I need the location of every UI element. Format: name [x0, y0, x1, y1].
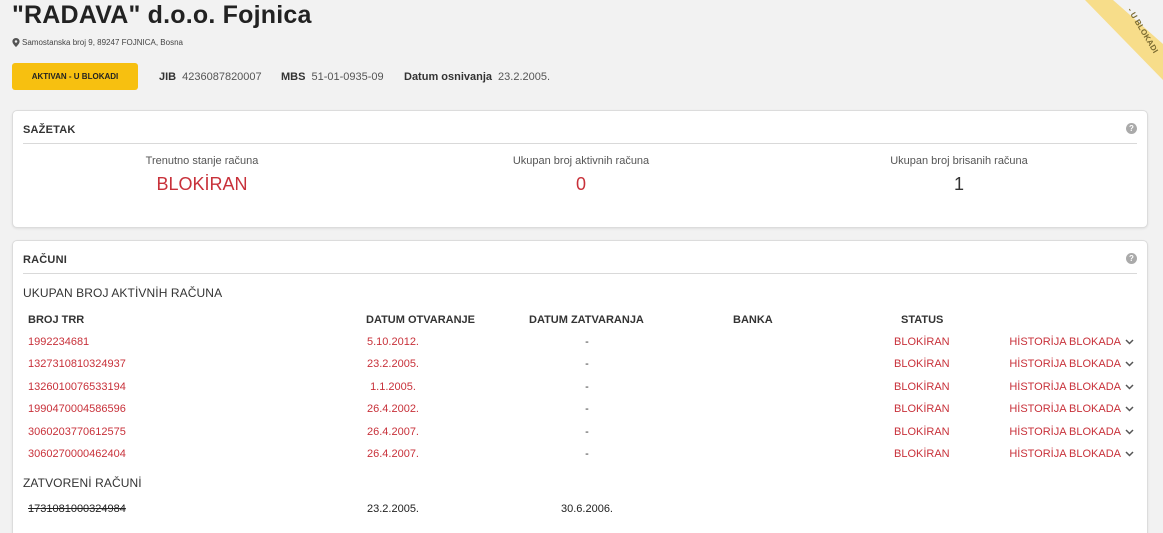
summary-label: Ukupan broj brisanih računa: [890, 155, 1028, 167]
founded-label: Datum osnivanja: [404, 71, 493, 83]
closed-trr: 1731081000324984: [28, 503, 126, 515]
table-row: 1731081000324984 23.2.2005. 30.6.2006.: [13, 503, 1147, 521]
summary-deleted-count: Ukupan broj brisanih računa 1: [809, 155, 1109, 195]
opened-date: 23.2.2005.: [367, 358, 419, 370]
closed-date: -: [585, 448, 589, 460]
status-value: BLOKİRAN: [894, 336, 950, 348]
history-label: HİSTORİJA BLOKADA: [1009, 381, 1121, 393]
trr-link[interactable]: 1327310810324937: [28, 358, 126, 370]
accounts-title: RAČUNI: [23, 254, 67, 266]
history-label: HİSTORİJA BLOKADA: [1009, 403, 1121, 415]
accounts-header: RAČUNI ?: [23, 241, 1137, 274]
chevron-down-icon: [1125, 361, 1134, 367]
summary-active-count: Ukupan broj aktivnih računa 0: [431, 155, 731, 195]
founded-value: 23.2.2005.: [498, 71, 551, 83]
chevron-down-icon: [1125, 406, 1134, 412]
chevron-down-icon: [1125, 339, 1134, 345]
status-value: BLOKİRAN: [894, 448, 950, 460]
summary-value: 0: [575, 174, 586, 194]
summary-title: SAŽETAK: [23, 124, 76, 136]
history-toggle[interactable]: HİSTORİJA BLOKADA: [1009, 426, 1134, 438]
trr-link[interactable]: 3060270000462404: [28, 448, 126, 460]
status-value: BLOKİRAN: [894, 403, 950, 415]
accounts-panel: RAČUNI ? UKUPAN BROJ AKTİVNİH RAČUNA BRO…: [12, 240, 1148, 533]
opened-date: 5.10.2012.: [367, 336, 419, 348]
history-label: HİSTORİJA BLOKADA: [1009, 336, 1121, 348]
summary-value: BLOKİRAN: [156, 174, 248, 194]
column-header-closed: DATUM ZATVARANJA: [529, 314, 644, 326]
trr-link[interactable]: 1326010076533194: [28, 381, 126, 393]
status-value: BLOKİRAN: [894, 381, 950, 393]
table-row: 1990470004586596 26.4.2002. - BLOKİRAN H…: [13, 403, 1147, 421]
map-marker-icon: [12, 38, 20, 47]
summary-account-state: Trenutno stanje računa BLOKİRAN: [52, 155, 352, 195]
column-header-opened: DATUM OTVARANJE: [366, 314, 475, 326]
opened-date: 26.4.2007.: [367, 448, 419, 460]
summary-label: Ukupan broj aktivnih računa: [512, 155, 650, 167]
company-address: Samostanska broj 9, 89247 FOJNICA, Bosna: [12, 38, 183, 47]
opened-date: 23.2.2005.: [367, 503, 419, 515]
trr-link[interactable]: 3060203770612575: [28, 426, 126, 438]
closed-accounts-heading: ZATVORENİ RAČUNİ: [23, 476, 142, 490]
active-accounts-heading: UKUPAN BROJ AKTİVNİH RAČUNA: [23, 286, 223, 300]
history-label: HİSTORİJA BLOKADA: [1009, 358, 1121, 370]
trr-link[interactable]: 1992234681: [28, 336, 89, 348]
history-toggle[interactable]: HİSTORİJA BLOKADA: [1009, 448, 1134, 460]
history-toggle[interactable]: HİSTORİJA BLOKADA: [1009, 381, 1134, 393]
mbs-value: 51-01-0935-09: [311, 71, 384, 83]
history-toggle[interactable]: HİSTORİJA BLOKADA: [1009, 403, 1134, 415]
closed-date: -: [585, 426, 589, 438]
table-row: 1326010076533194 1.1.2005. - BLOKİRAN Hİ…: [13, 381, 1147, 399]
summary-header: SAŽETAK ?: [23, 111, 1137, 144]
closed-date: -: [585, 358, 589, 370]
column-header-status: STATUS: [901, 314, 944, 326]
history-toggle[interactable]: HİSTORİJA BLOKADA: [1009, 358, 1134, 370]
column-header-bank: BANKA: [733, 314, 773, 326]
summary-label: Trenutno stanje računa: [145, 155, 259, 167]
status-button[interactable]: AKTIVAN - U BLOKADI: [12, 63, 138, 90]
jib-value: 4236087820007: [182, 71, 262, 83]
trr-link[interactable]: 1990470004586596: [28, 403, 126, 415]
closed-date: -: [585, 381, 589, 393]
summary-panel: SAŽETAK ? Trenutno stanje računa BLOKİRA…: [12, 110, 1148, 228]
opened-date: 26.4.2002.: [367, 403, 419, 415]
history-label: HİSTORİJA BLOKADA: [1009, 426, 1121, 438]
table-row: 1327310810324937 23.2.2005. - BLOKİRAN H…: [13, 358, 1147, 376]
founded-field: Datum osnivanja 23.2.2005.: [404, 71, 550, 83]
chevron-down-icon: [1125, 429, 1134, 435]
address-text: Samostanska broj 9, 89247 FOJNICA, Bosna: [22, 38, 183, 47]
status-value: BLOKİRAN: [894, 426, 950, 438]
help-icon[interactable]: ?: [1126, 253, 1137, 264]
help-icon[interactable]: ?: [1126, 123, 1137, 134]
closed-date: 30.6.2006.: [561, 503, 613, 515]
jib-label: JIB: [159, 71, 177, 83]
opened-date: 26.4.2007.: [367, 426, 419, 438]
table-row: 1992234681 5.10.2012. - BLOKİRAN HİSTORİ…: [13, 336, 1147, 354]
status-value: BLOKİRAN: [894, 358, 950, 370]
mbs-label: MBS: [281, 71, 306, 83]
column-header-trr: BROJ TRR: [28, 314, 85, 326]
blocked-ribbon: - U BLOKADI: [1063, 0, 1163, 90]
table-row: 3060203770612575 26.4.2007. - BLOKİRAN H…: [13, 426, 1147, 444]
closed-date: -: [585, 336, 589, 348]
history-toggle[interactable]: HİSTORİJA BLOKADA: [1009, 336, 1134, 348]
history-label: HİSTORİJA BLOKADA: [1009, 448, 1121, 460]
table-row: 3060270000462404 26.4.2007. - BLOKİRAN H…: [13, 448, 1147, 466]
chevron-down-icon: [1125, 451, 1134, 457]
closed-date: -: [585, 403, 589, 415]
chevron-down-icon: [1125, 384, 1134, 390]
mbs-field: MBS 51-01-0935-09: [281, 71, 384, 83]
opened-date: 1.1.2005.: [370, 381, 416, 393]
jib-field: JIB 4236087820007: [159, 71, 262, 83]
company-title: "RADAVA" d.o.o. Fojnica: [12, 1, 312, 29]
summary-value: 1: [953, 174, 964, 194]
